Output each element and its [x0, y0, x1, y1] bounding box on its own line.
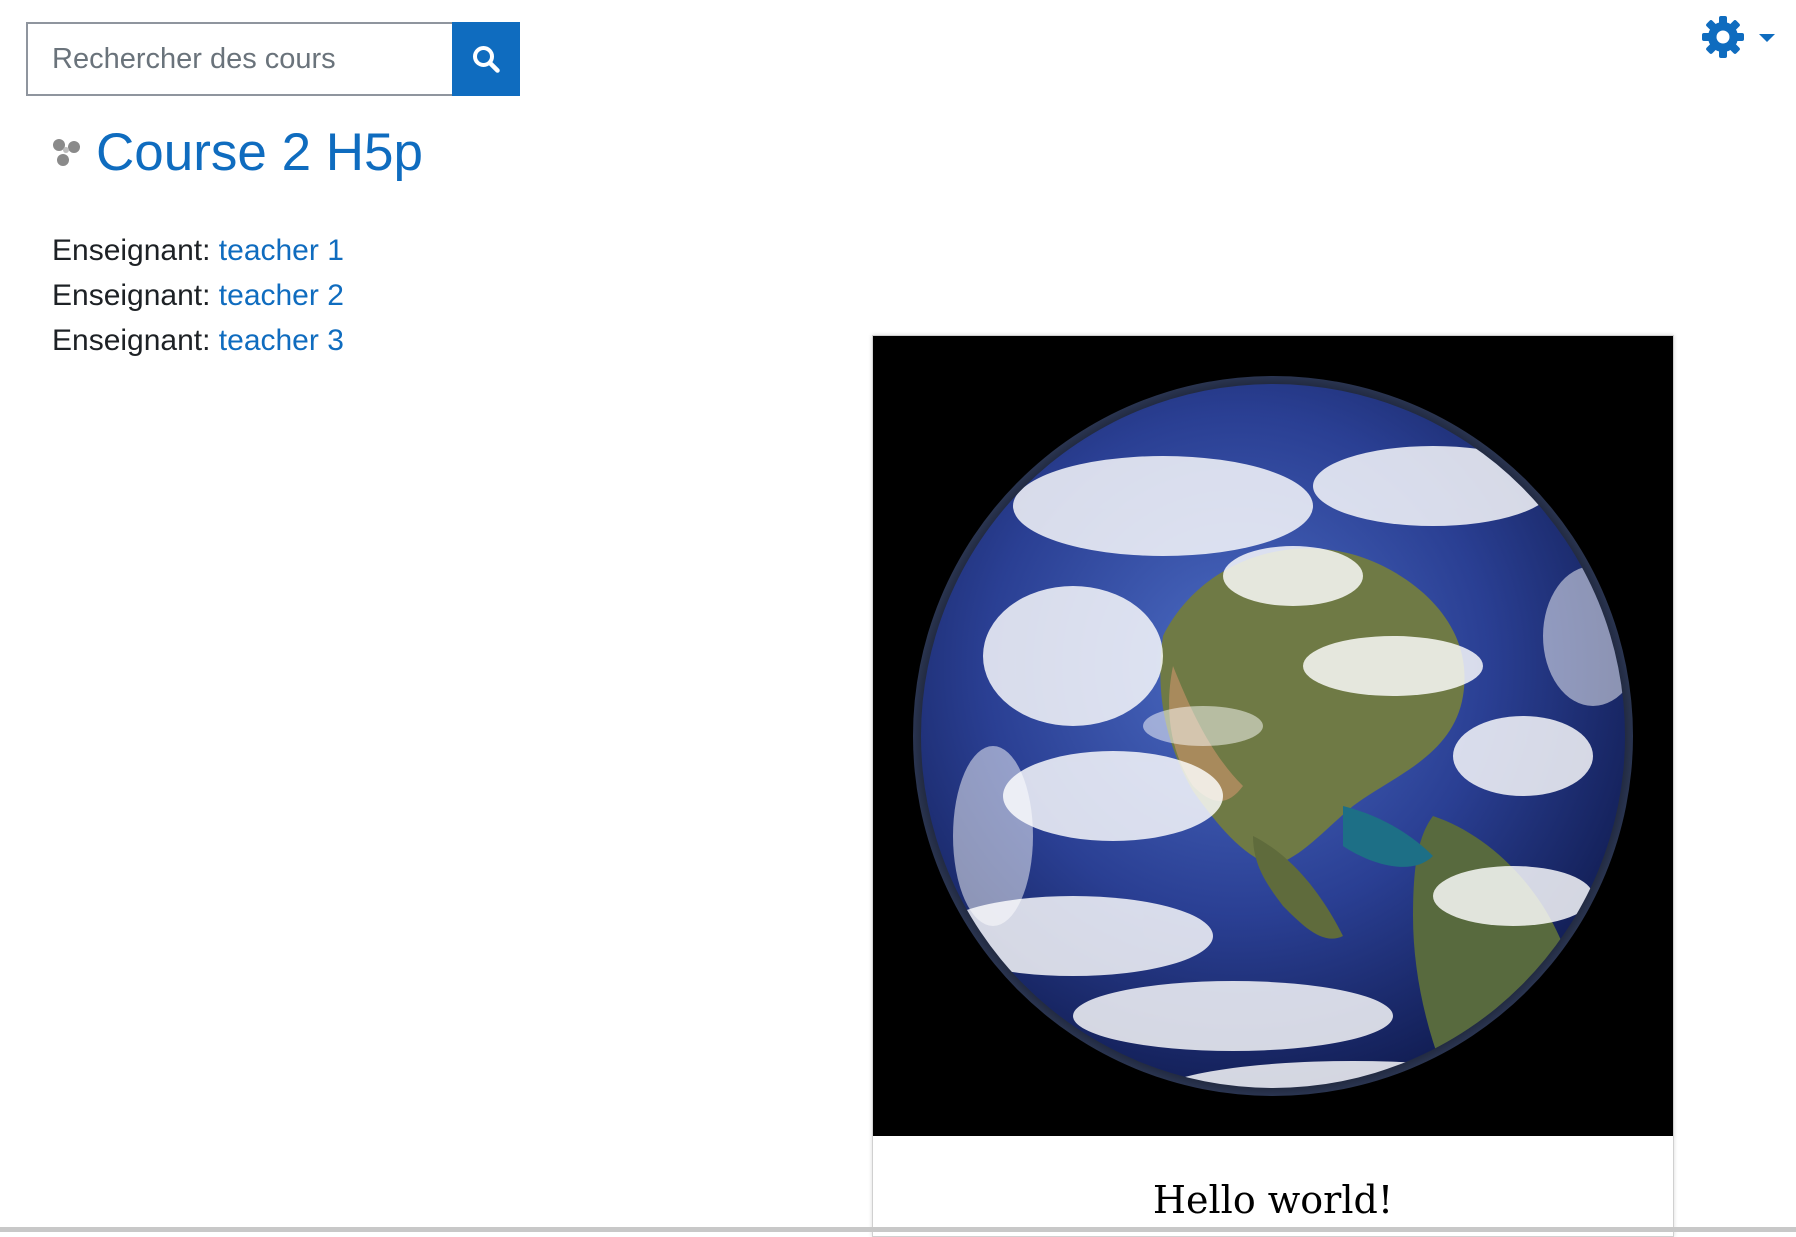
- course-title-link[interactable]: Course 2 H5p: [96, 126, 423, 179]
- teacher-item: Enseignant: teacher 3: [52, 318, 344, 363]
- teacher-link[interactable]: teacher 1: [219, 234, 344, 267]
- h5p-caption: Hello world!: [1152, 1178, 1394, 1222]
- gear-icon: [1702, 16, 1744, 58]
- teacher-role-label: Enseignant:: [52, 279, 211, 312]
- teacher-role-label: Enseignant:: [52, 234, 211, 267]
- search-input[interactable]: [26, 22, 452, 96]
- teacher-link[interactable]: teacher 3: [219, 324, 344, 357]
- teacher-item: Enseignant: teacher 2: [52, 273, 344, 318]
- earth-image: [873, 336, 1673, 1136]
- teacher-role-label: Enseignant:: [52, 324, 211, 357]
- bottom-divider: [0, 1227, 1796, 1232]
- settings-menu-toggle[interactable]: [1700, 14, 1778, 60]
- course-search-form: [26, 22, 520, 96]
- search-icon: [473, 46, 500, 73]
- teacher-list: Enseignant: teacher 1 Enseignant: teache…: [52, 228, 344, 363]
- course-category-icon: [53, 138, 80, 166]
- search-button[interactable]: [452, 22, 520, 96]
- course-heading: Course 2 H5p: [50, 126, 423, 179]
- caret-down-icon: [1759, 34, 1775, 42]
- h5p-content: Hello world!: [872, 335, 1674, 1237]
- teacher-link[interactable]: teacher 2: [219, 279, 344, 312]
- teacher-item: Enseignant: teacher 1: [52, 228, 344, 273]
